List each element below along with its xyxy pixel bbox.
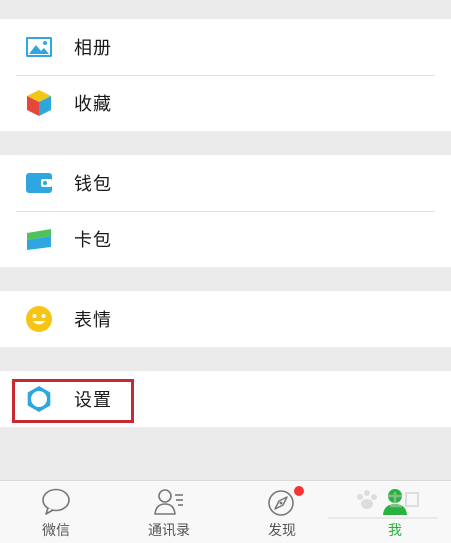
menu-item-favorites-label: 收藏 [74, 94, 112, 115]
tab-contacts[interactable]: 通讯录 [113, 481, 225, 543]
menu-item-favorites[interactable]: 收藏 [0, 75, 451, 131]
contacts-icon [153, 487, 185, 517]
tab-chats-label: 微信 [42, 523, 70, 539]
menu-item-cards[interactable]: 卡包 [0, 211, 451, 267]
settings-highlight-box [12, 379, 134, 423]
smiley-icon [24, 304, 54, 334]
menu-item-album[interactable]: 相册 [0, 19, 451, 75]
tab-contacts-label: 通讯录 [148, 523, 190, 539]
menu-item-stickers-label: 表情 [74, 310, 112, 331]
discover-badge-dot [294, 486, 304, 496]
menu-group-wallet: 钱包 卡包 [0, 155, 451, 267]
me-screen: 相册 收藏 钱包 卡包 表情 设置 微信 通讯录 发现 我 [0, 0, 451, 543]
chat-bubble-icon [40, 487, 72, 517]
card-icon [24, 224, 54, 254]
menu-group-media: 相册 收藏 [0, 19, 451, 131]
menu-item-wallet-label: 钱包 [74, 174, 112, 195]
tab-chats[interactable]: 微信 [0, 481, 112, 543]
wallet-icon [24, 168, 54, 198]
menu-item-stickers[interactable]: 表情 [0, 291, 451, 347]
cube-icon [24, 88, 54, 118]
image-icon [24, 32, 54, 62]
menu-item-album-label: 相册 [74, 38, 112, 59]
menu-group-stickers: 表情 [0, 291, 451, 347]
watermark-logo [328, 490, 438, 519]
menu-item-cards-label: 卡包 [74, 230, 112, 251]
menu-item-wallet[interactable]: 钱包 [0, 155, 451, 211]
